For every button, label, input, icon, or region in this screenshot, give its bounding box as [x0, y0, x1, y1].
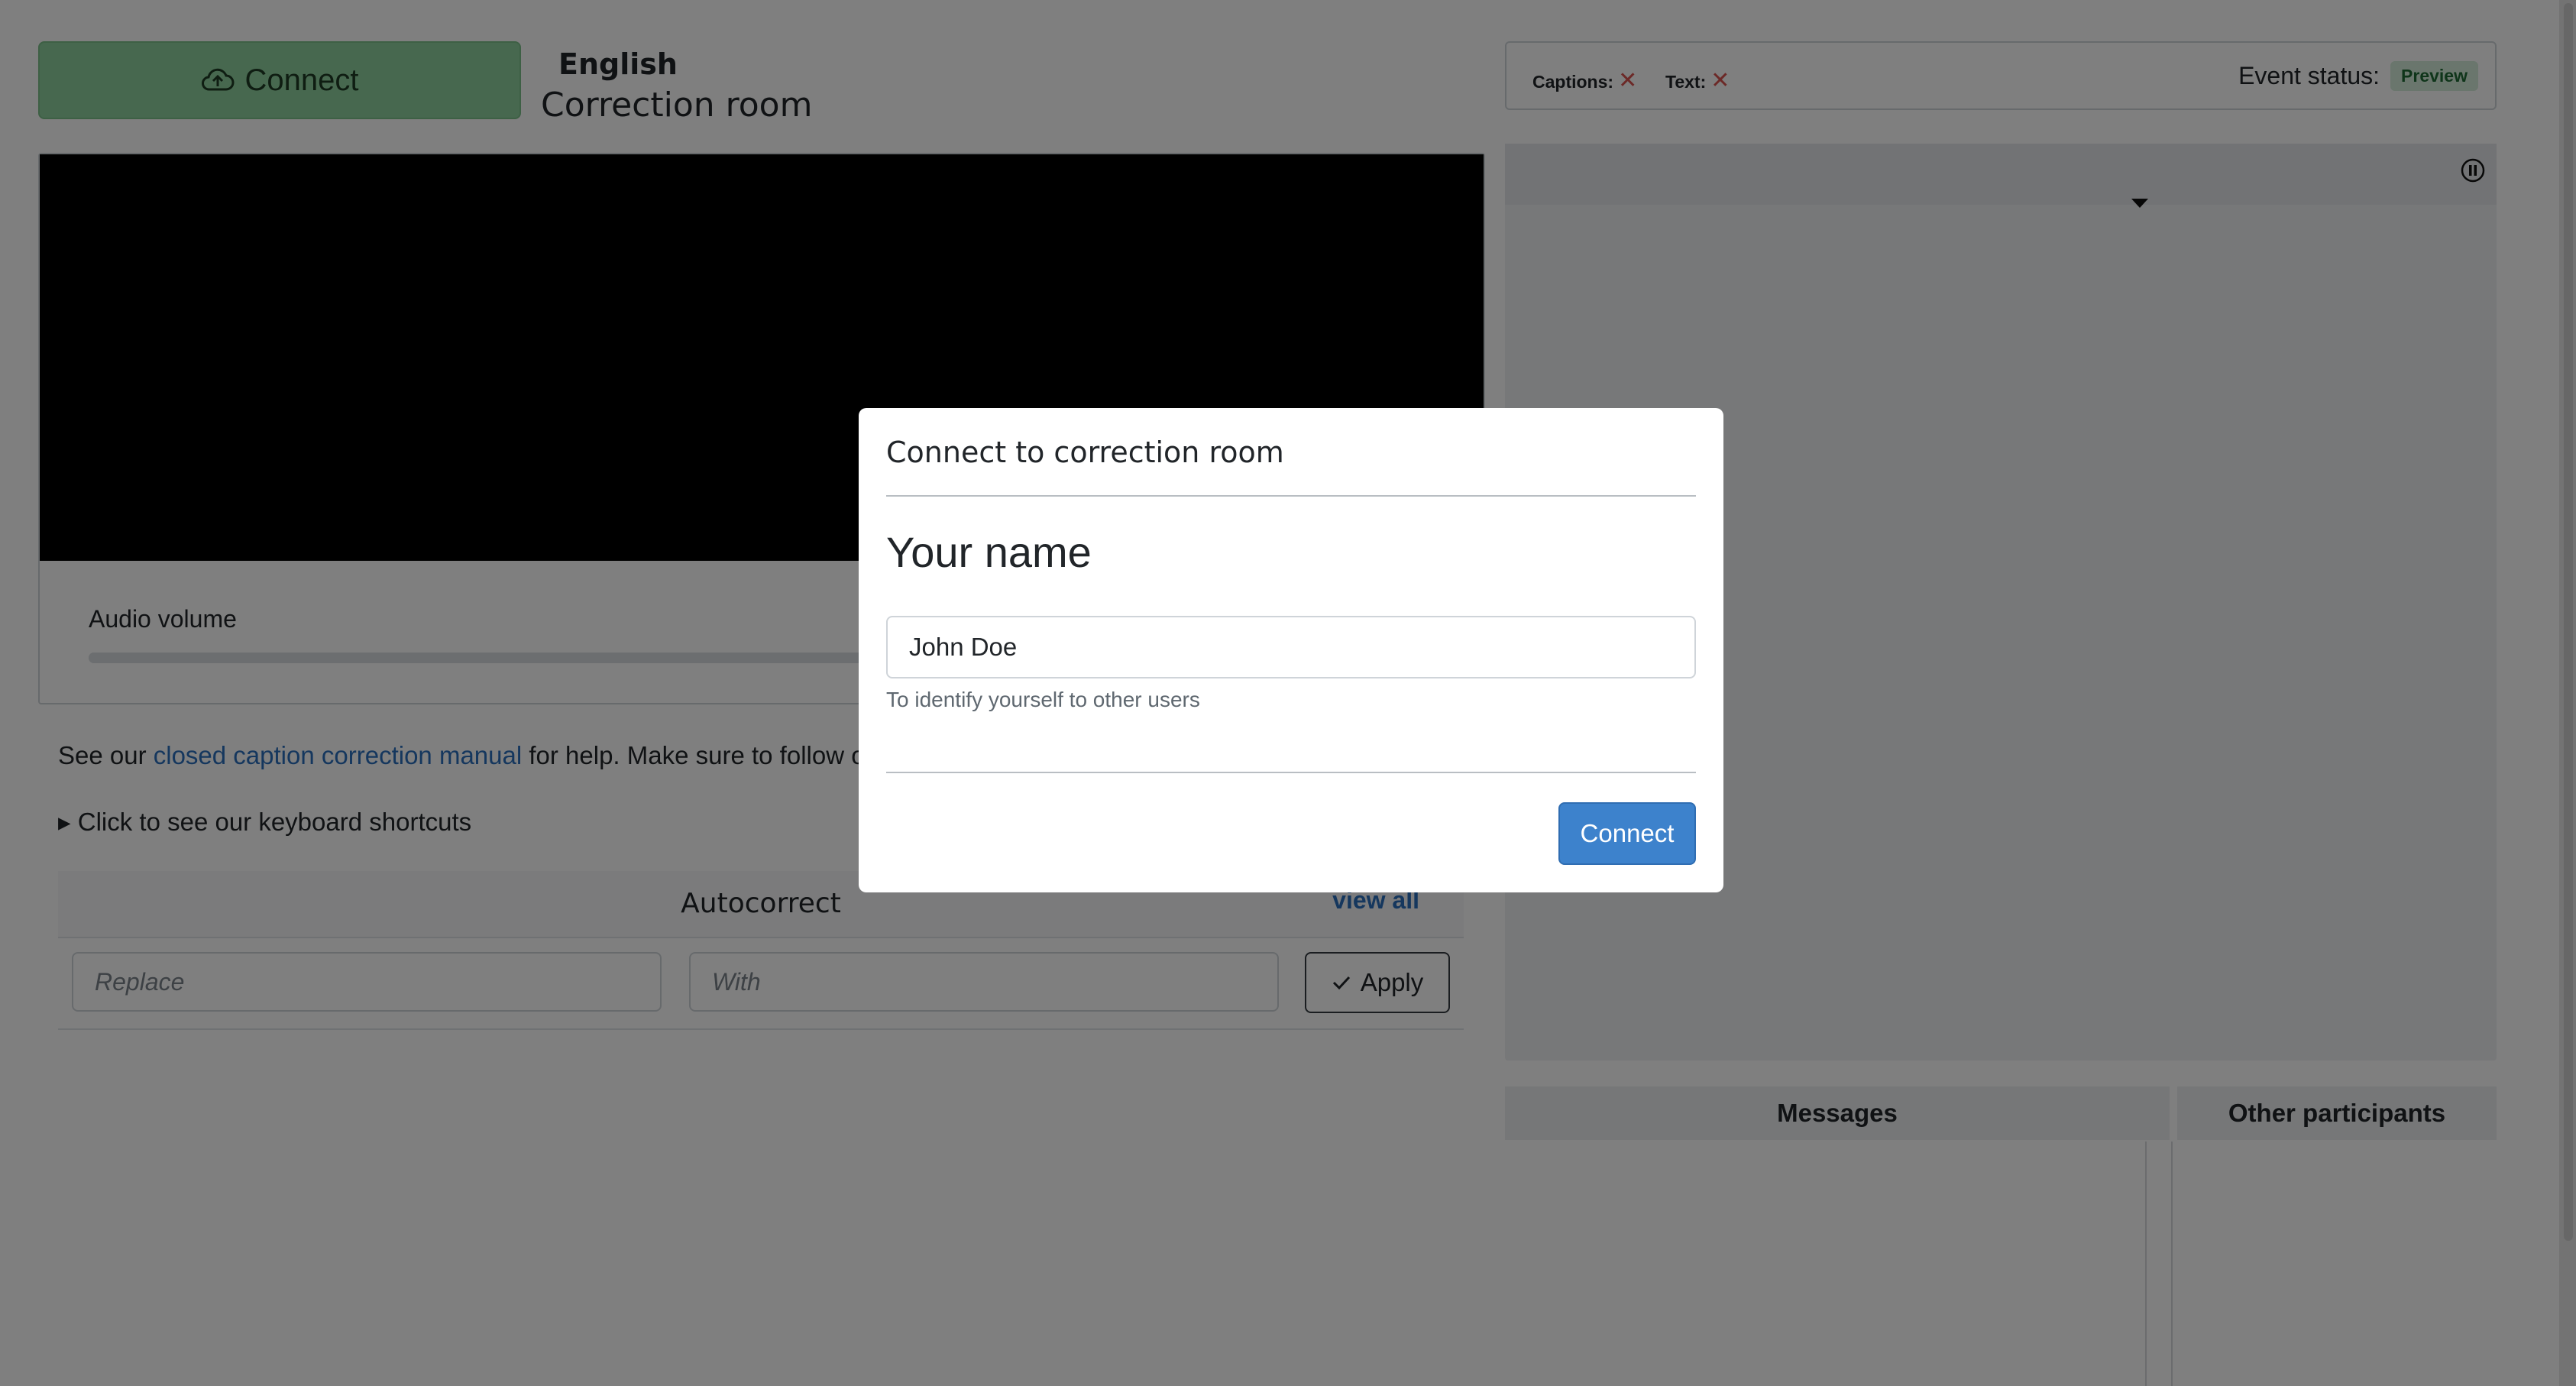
name-input[interactable]	[886, 616, 1696, 678]
name-hint: To identify yourself to other users	[886, 688, 1200, 711]
dialog-divider	[886, 495, 1696, 497]
connect-dialog: Connect to correction room Your name To …	[859, 408, 1723, 892]
dialog-connect-button[interactable]: Connect	[1558, 802, 1696, 865]
dialog-divider	[886, 772, 1696, 773]
dialog-title: Connect to correction room	[886, 436, 1284, 469]
name-label: Your name	[886, 528, 1092, 576]
